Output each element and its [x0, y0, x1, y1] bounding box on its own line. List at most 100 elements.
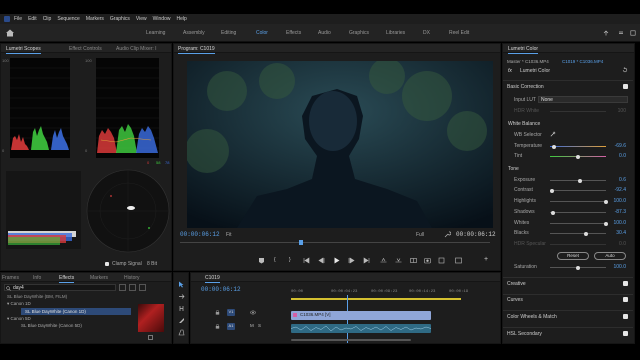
- control-slider-knob[interactable]: [584, 231, 589, 236]
- go-to-in-icon[interactable]: [303, 257, 310, 264]
- step-forward-icon[interactable]: [348, 257, 355, 264]
- eyedropper-icon[interactable]: [550, 131, 556, 137]
- solo-icon[interactable]: S: [258, 323, 261, 328]
- creative-checkbox[interactable]: [623, 281, 628, 286]
- hsl-secondary-header[interactable]: HSL Secondary: [507, 331, 542, 337]
- track-label-v1[interactable]: V1: [227, 309, 235, 316]
- basic-correction-checkbox[interactable]: [623, 84, 628, 89]
- lift-icon[interactable]: [380, 257, 387, 264]
- tab-markers[interactable]: Markers: [90, 275, 108, 281]
- video-clip[interactable]: C1036.MP4 [V]: [291, 311, 431, 320]
- hdr-white-slider[interactable]: [550, 111, 606, 112]
- sequence-clip-label[interactable]: C1019 * C1036.MP4: [562, 59, 603, 64]
- workspace-tab-color[interactable]: Color: [256, 30, 268, 36]
- control-slider[interactable]: [550, 201, 606, 202]
- lumetri-color-title[interactable]: Lumetri Color: [508, 46, 539, 54]
- control-value[interactable]: -92.4: [612, 187, 626, 193]
- control-value[interactable]: 100.0: [612, 198, 626, 204]
- mute-icon[interactable]: M: [250, 323, 254, 328]
- control-slider[interactable]: [550, 233, 606, 234]
- control-value[interactable]: 30.4: [612, 230, 626, 236]
- effects-folder-item[interactable]: ▾ Canon 1D: [7, 301, 31, 307]
- control-value[interactable]: -87.3: [612, 209, 626, 215]
- program-current-timecode[interactable]: 00:00:06:12: [180, 231, 220, 238]
- tab-frames[interactable]: Frames: [2, 275, 19, 281]
- export-frame-icon[interactable]: [424, 257, 431, 264]
- curves-checkbox[interactable]: [623, 297, 628, 302]
- control-slider[interactable]: [550, 223, 606, 224]
- control-value[interactable]: 0.6: [612, 177, 626, 183]
- lock-icon[interactable]: [215, 310, 220, 315]
- menu-clip[interactable]: Clip: [43, 16, 52, 22]
- workspace-tab-learning[interactable]: Learning: [146, 30, 165, 36]
- control-value[interactable]: 100.0: [612, 220, 626, 226]
- 32bit-effects-icon[interactable]: [129, 284, 136, 291]
- saturation-slider-knob[interactable]: [576, 265, 580, 270]
- control-value[interactable]: 0.0: [612, 241, 626, 247]
- tab-effects[interactable]: Effects: [59, 275, 75, 283]
- mark-in-icon[interactable]: {: [274, 257, 276, 263]
- workspace-tab-editing[interactable]: Editing: [221, 30, 236, 36]
- color-wheels-checkbox[interactable]: [623, 314, 628, 319]
- timeline-scrollbar[interactable]: [291, 339, 411, 341]
- master-clip-label[interactable]: Master * C1036.MP4: [507, 59, 549, 64]
- white-balance-header[interactable]: White Balance: [508, 121, 540, 127]
- fullscreen-icon[interactable]: [630, 30, 636, 36]
- menu-edit[interactable]: Edit: [28, 16, 37, 22]
- settings-wrench-icon[interactable]: [444, 231, 451, 238]
- program-scrub-bar[interactable]: [180, 242, 490, 243]
- yuv-effects-icon[interactable]: [139, 284, 146, 291]
- effects-folder-item[interactable]: ▾ Canon 5D: [7, 316, 31, 322]
- add-button-icon[interactable]: +: [484, 256, 488, 263]
- timeline-work-area-bar[interactable]: [291, 298, 461, 300]
- workspace-tab-libraries[interactable]: Libraries: [386, 30, 405, 36]
- effects-list-item[interactable]: SL Blue DayWhite (Canon 5D): [21, 323, 82, 328]
- pen-tool-icon[interactable]: [178, 329, 185, 336]
- tab-effect-controls[interactable]: Effect Controls: [69, 46, 102, 52]
- control-slider-knob[interactable]: [604, 199, 608, 204]
- basic-correction-header[interactable]: Basic Correction: [507, 84, 544, 90]
- creative-header[interactable]: Creative: [507, 281, 526, 287]
- workspace-tab-dx[interactable]: DX: [423, 30, 430, 36]
- menu-file[interactable]: File: [14, 16, 22, 22]
- hdr-white-value[interactable]: 100: [612, 108, 626, 114]
- menu-graphics[interactable]: Graphics: [110, 16, 130, 22]
- comparison-view-icon[interactable]: [410, 257, 417, 264]
- curves-header[interactable]: Curves: [507, 297, 523, 303]
- mark-out-icon[interactable]: }: [289, 257, 291, 263]
- extract-icon[interactable]: [395, 257, 402, 264]
- ripple-edit-tool-icon[interactable]: [178, 305, 185, 312]
- zoom-level-select[interactable]: Fit: [226, 232, 232, 238]
- eye-icon[interactable]: [250, 310, 256, 315]
- safe-margins-icon[interactable]: [455, 257, 462, 264]
- workspaces-menu-icon[interactable]: [618, 30, 624, 36]
- menu-window[interactable]: Window: [153, 16, 171, 22]
- program-monitor-title[interactable]: Program: C1019: [178, 46, 215, 54]
- audio-clip[interactable]: [290, 324, 432, 333]
- quick-export-icon[interactable]: [603, 30, 609, 36]
- menu-markers[interactable]: Markers: [86, 16, 104, 22]
- step-back-icon[interactable]: [318, 257, 325, 264]
- control-slider-knob[interactable]: [576, 154, 580, 159]
- input-lut-select[interactable]: None: [538, 96, 628, 103]
- tab-info[interactable]: Info: [33, 275, 41, 281]
- auto-button[interactable]: Auto: [594, 252, 626, 260]
- workspace-tab-reel-edit[interactable]: Reel Edit: [449, 30, 469, 36]
- razor-tool-icon[interactable]: [178, 317, 185, 324]
- tab-audio-clip-mixer[interactable]: Audio Clip Mixer: I: [116, 46, 157, 52]
- workspace-tab-effects[interactable]: Effects: [286, 30, 301, 36]
- reset-button[interactable]: Reset: [557, 252, 589, 260]
- tone-header[interactable]: Tone: [508, 166, 519, 172]
- reset-effect-icon[interactable]: [622, 67, 628, 73]
- track-select-tool-icon[interactable]: [178, 293, 185, 300]
- menu-view[interactable]: View: [136, 16, 147, 22]
- saturation-value[interactable]: 100.0: [612, 264, 626, 270]
- control-slider[interactable]: [550, 146, 606, 147]
- hsl-secondary-checkbox[interactable]: [623, 331, 628, 336]
- menu-sequence[interactable]: Sequence: [57, 16, 80, 22]
- control-value[interactable]: 0.0: [612, 153, 626, 159]
- bit-depth-select[interactable]: 8 Bit: [147, 261, 157, 267]
- control-value[interactable]: -69.6: [612, 143, 626, 149]
- play-icon[interactable]: [333, 257, 340, 264]
- clamp-signal-checkbox[interactable]: [105, 262, 109, 266]
